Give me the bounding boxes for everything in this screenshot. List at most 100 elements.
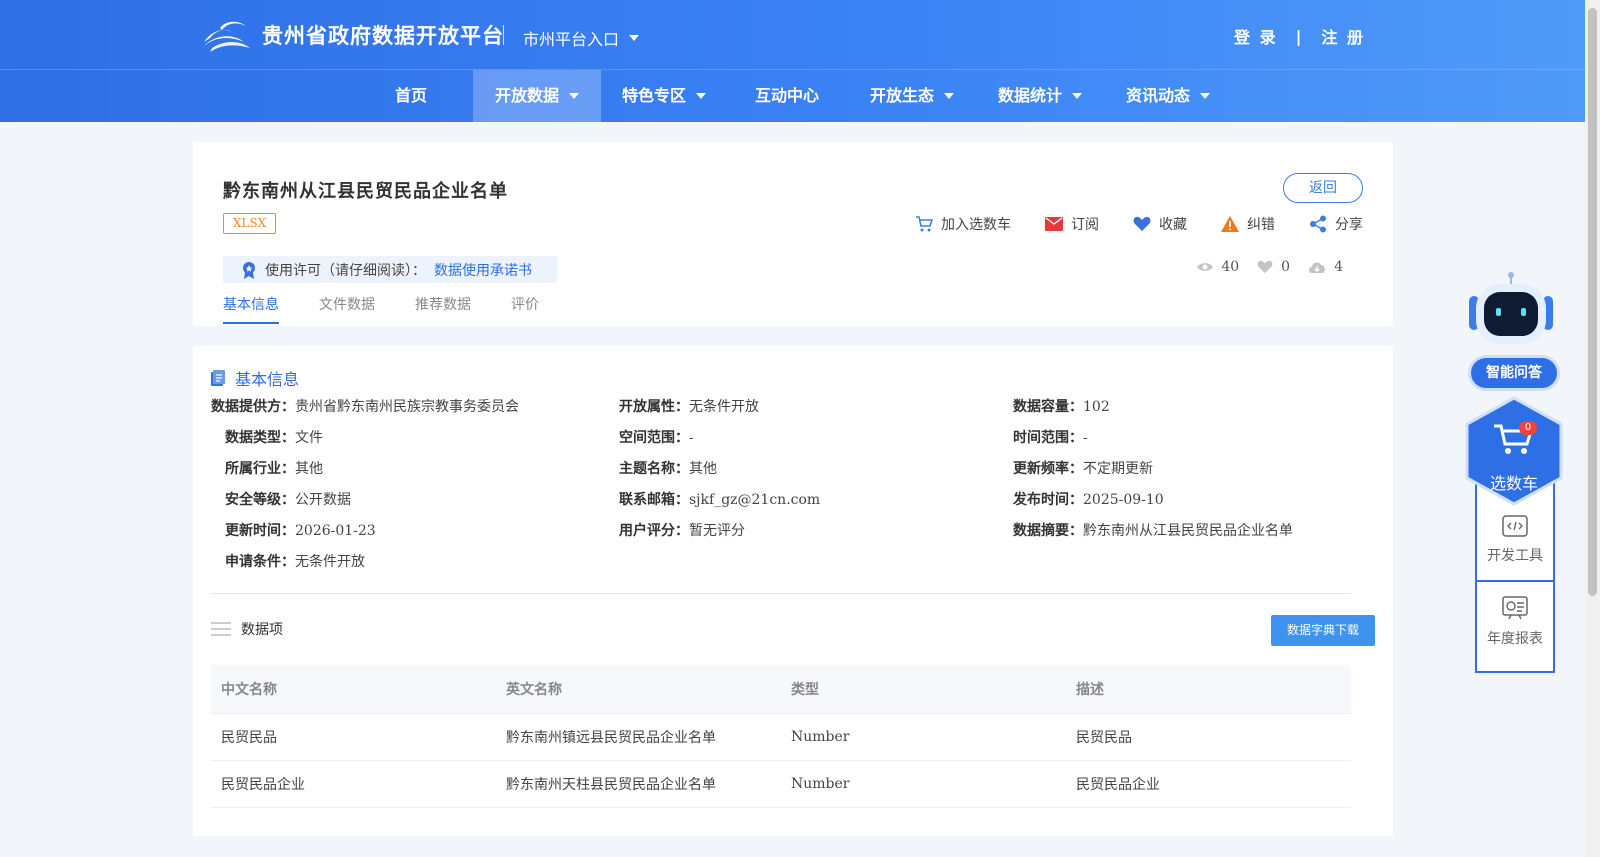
column-header: 英文名称 [496, 665, 781, 714]
table-cell: 民贸民品企业 [1066, 760, 1351, 808]
info-label: 更新时间： [225, 523, 295, 539]
nav-item-special-zone[interactable]: 特色专区 [614, 70, 714, 122]
column-header: 描述 [1066, 665, 1351, 714]
tab-basic-info[interactable]: 基本信息 [223, 294, 279, 324]
dataset-actions: 加入选数车 订阅 收藏 纠错 分享 [915, 214, 1363, 234]
info-item-data-type: 数据类型：文件 [225, 427, 323, 447]
login-link[interactable]: 登 录 [1234, 24, 1278, 48]
info-value: 无条件开放 [295, 554, 365, 570]
license-label: 使用许可（请仔细阅读）： [265, 262, 426, 279]
info-label: 数据摘要： [1013, 523, 1083, 539]
table-cell: 黔东南州镇远县民贸民品企业名单 [496, 713, 781, 761]
back-button[interactable]: 返回 [1283, 173, 1363, 203]
nav-label: 资讯动态 [1125, 86, 1190, 105]
action-label: 收藏 [1159, 217, 1187, 233]
info-label: 数据提供方： [211, 399, 295, 415]
share-button[interactable]: 分享 [1309, 214, 1363, 234]
dataset-header-card: 黔东南州从江县民贸民品企业名单 XLSX 返回 加入选数车 订阅 收藏 纠错 分… [193, 142, 1393, 326]
annual-report-label: 年度报表 [1487, 631, 1543, 647]
chevron-down-icon [696, 93, 706, 99]
report-error-button[interactable]: 纠错 [1221, 214, 1275, 234]
action-label: 加入选数车 [941, 217, 1011, 233]
scrollbar-thumb[interactable] [1588, 8, 1597, 596]
cart-label: 选数车 [1489, 474, 1538, 493]
tab-recommended-data[interactable]: 推荐数据 [415, 294, 471, 324]
annual-report-button[interactable]: 年度报表 [1477, 572, 1553, 672]
info-label: 所属行业： [225, 461, 295, 477]
dataset-stats: 40 0 4 [1197, 259, 1343, 275]
info-value: 其他 [295, 461, 323, 477]
info-value: 2025-09-10 [1083, 492, 1164, 508]
info-value: 102 [1083, 399, 1110, 415]
nav-item-open-data[interactable]: 开放数据 [473, 70, 601, 122]
nav-item-news[interactable]: 资讯动态 [1118, 70, 1218, 122]
info-value: 公开数据 [295, 492, 351, 508]
table-cell: 民贸民品企业 [211, 760, 496, 808]
ai-qa-button[interactable]: 智能问答 [1468, 355, 1560, 391]
info-label: 用户评分： [619, 523, 689, 539]
scrollbar[interactable] [1585, 0, 1600, 857]
auth-links: 登 录 | 注 册 [1234, 24, 1365, 48]
info-label: 发布时间： [1013, 492, 1083, 508]
info-label: 数据类型： [225, 430, 295, 446]
nav-label: 互动中心 [754, 86, 819, 105]
license-link[interactable]: 数据使用承诺书 [434, 260, 532, 280]
info-item-time-range: 时间范围：- [1013, 427, 1088, 447]
info-item-industry: 所属行业：其他 [225, 458, 323, 478]
info-label: 主题名称： [619, 461, 689, 477]
chevron-down-icon [944, 93, 954, 99]
nav-item-home[interactable]: 首页 [386, 70, 436, 122]
table-cell: 民贸民品 [1066, 713, 1351, 761]
likes-stat: 0 [1257, 259, 1290, 275]
likes-count: 0 [1281, 259, 1291, 275]
info-label: 安全等级： [225, 492, 295, 508]
nav-item-statistics[interactable]: 数据统计 [990, 70, 1090, 122]
data-items-table: 中文名称 英文名称 类型 描述 民贸民品 黔东南州镇远县民贸民品企业名单 Num… [211, 665, 1351, 808]
info-item-contact-email: 联系邮箱：sjkf_gz@21cn.com [619, 489, 820, 509]
info-value: 其他 [689, 461, 717, 477]
add-to-cart-button[interactable]: 加入选数车 [915, 214, 1011, 234]
section-title: 基本信息 [235, 370, 300, 389]
favorite-button[interactable]: 收藏 [1133, 214, 1187, 234]
tab-file-data[interactable]: 文件数据 [319, 294, 375, 324]
nav-item-interaction[interactable]: 互动中心 [742, 70, 832, 122]
table-row: 民贸民品 黔东南州镇远县民贸民品企业名单 Number 民贸民品 [211, 713, 1351, 761]
document-icon [211, 370, 225, 386]
subscribe-button[interactable]: 订阅 [1045, 214, 1099, 234]
info-item-capacity: 数据容量：102 [1013, 396, 1110, 416]
basic-info-card: 基本信息 数据提供方：贵州省黔东南州民族宗教事务委员会 开放属性：无条件开放 数… [193, 346, 1393, 836]
info-item-spatial-range: 空间范围：- [619, 427, 694, 447]
robot-assistant-icon[interactable] [1466, 272, 1556, 352]
info-value: 黔东南州从江县民贸民品企业名单 [1083, 523, 1293, 539]
info-label: 更新频率： [1013, 461, 1083, 477]
mail-icon [1045, 217, 1063, 231]
main-nav: 首页 开放数据 特色专区 互动中心 开放生态 数据统计 资讯动态 [0, 70, 1585, 122]
nav-label: 首页 [394, 86, 427, 105]
nav-label: 特色专区 [621, 86, 686, 105]
nav-label: 开放生态 [869, 86, 934, 105]
info-value: sjkf_gz@21cn.com [689, 492, 821, 508]
tab-reviews[interactable]: 评价 [511, 294, 539, 324]
auth-separator: | [1295, 26, 1304, 46]
site-title[interactable]: 贵州省政府数据开放平台 [262, 20, 504, 50]
info-item-update-frequency: 更新频率：不定期更新 [1013, 458, 1153, 478]
action-label: 分享 [1335, 217, 1363, 233]
dictionary-download-button[interactable]: 数据字典下载 [1271, 615, 1375, 646]
list-icon [211, 622, 231, 636]
register-link[interactable]: 注 册 [1321, 24, 1365, 48]
views-stat: 40 [1197, 259, 1239, 275]
info-value: - [1083, 430, 1088, 446]
chevron-down-icon [569, 93, 579, 99]
nav-item-ecosystem[interactable]: 开放生态 [862, 70, 962, 122]
city-entry-dropdown[interactable]: 市州平台入口 [523, 26, 640, 50]
share-icon [1310, 215, 1326, 233]
info-label: 数据容量： [1013, 399, 1083, 415]
info-item-security-level: 安全等级：公开数据 [225, 489, 351, 509]
cart-count-badge: 0 [1519, 421, 1537, 435]
column-header: 类型 [781, 665, 1066, 714]
site-logo-icon[interactable] [200, 16, 252, 54]
site-header: 贵州省政府数据开放平台 市州平台入口 登 录 | 注 册 首页 开放数据 特色专… [0, 0, 1585, 122]
action-label: 纠错 [1247, 217, 1275, 233]
info-value: 贵州省黔东南州民族宗教事务委员会 [295, 399, 519, 415]
license-bar: 使用许可（请仔细阅读）： 数据使用承诺书 [223, 256, 557, 283]
